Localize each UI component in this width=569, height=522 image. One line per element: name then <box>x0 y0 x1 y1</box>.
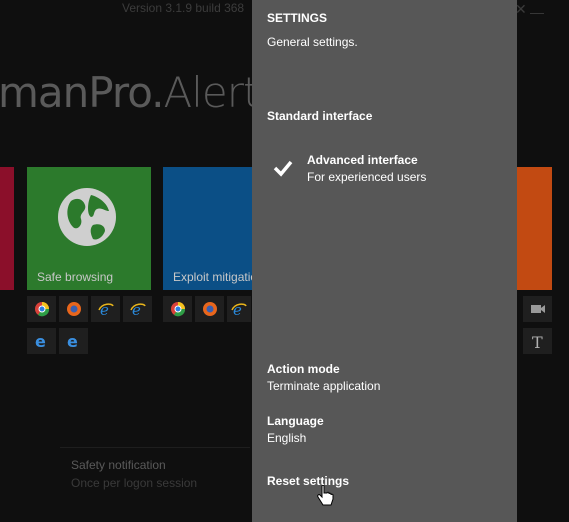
brand-main: manPro <box>0 68 152 117</box>
brand-dot: . <box>151 68 164 117</box>
firefox-icon[interactable] <box>195 296 224 322</box>
tile-label-safe-browsing: Safe browsing <box>37 270 114 284</box>
svg-text:T: T <box>532 333 543 349</box>
settings-description: General settings. <box>267 35 358 49</box>
advanced-interface-option[interactable]: Advanced interface For experienced users <box>307 153 426 184</box>
settings-title: SETTINGS <box>267 11 328 25</box>
version-label: Version 3.1.9 build 368 <box>122 1 245 15</box>
globe-icon <box>58 188 116 246</box>
minimize-button[interactable]: — <box>530 4 544 20</box>
advanced-interface-desc: For experienced users <box>307 170 427 184</box>
safety-title: Safety notification <box>71 458 166 472</box>
edge-icon[interactable]: e <box>59 328 88 354</box>
chrome-icon[interactable] <box>163 296 192 322</box>
edge-icon[interactable]: e <box>27 328 56 354</box>
camera-icon[interactable] <box>523 296 552 322</box>
ie-icon[interactable]: e <box>91 296 120 322</box>
firefox-icon[interactable] <box>59 296 88 322</box>
safety-subtitle: Once per logon session <box>71 476 198 490</box>
text-icon[interactable]: T <box>523 328 552 354</box>
tile-safe-browsing[interactable]: Safe browsing <box>27 167 151 290</box>
brand-logo: manPro.Alert <box>0 68 260 117</box>
reset-settings-button[interactable]: Reset settings <box>267 474 349 488</box>
ie-icon[interactable]: e <box>123 296 152 322</box>
language-value: English <box>267 431 307 445</box>
language-option[interactable]: Language English <box>267 414 324 445</box>
standard-interface-option[interactable]: Standard interface <box>267 109 372 123</box>
hand-cursor-icon <box>317 485 334 506</box>
tile-label-exploit: Exploit mitigation <box>173 270 264 284</box>
divider <box>60 447 250 448</box>
language-label: Language <box>267 414 324 428</box>
action-mode-option[interactable]: Action mode Terminate application <box>267 362 380 393</box>
action-mode-value: Terminate application <box>267 379 381 393</box>
brand-sub: Alert <box>163 68 260 117</box>
check-icon <box>273 160 293 177</box>
action-mode-label: Action mode <box>267 362 340 376</box>
safety-notification[interactable]: Safety notification Once per logon sessi… <box>71 458 197 490</box>
settings-panel: SETTINGS General settings. Standard inte… <box>252 0 517 522</box>
advanced-interface-label: Advanced interface <box>307 153 418 167</box>
chrome-icon[interactable] <box>27 296 56 322</box>
tile-exploit-mitigation[interactable]: Exploit mitigation <box>163 167 264 290</box>
ie-icon[interactable]: e <box>227 296 251 322</box>
svg-text:e: e <box>35 333 46 349</box>
tile-orange[interactable] <box>517 167 552 290</box>
svg-text:e: e <box>67 333 78 349</box>
tile-red[interactable] <box>0 167 14 290</box>
